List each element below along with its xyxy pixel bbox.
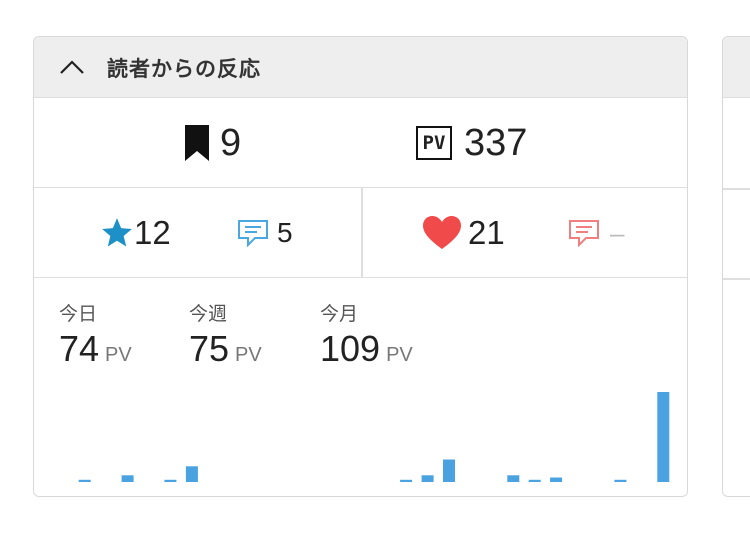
chart-bar bbox=[421, 475, 434, 482]
chart-bar bbox=[507, 475, 520, 482]
chart-bar bbox=[400, 479, 413, 482]
reactions-row: 12 5 21 – bbox=[34, 188, 687, 278]
row-divider bbox=[361, 188, 363, 277]
summary-row: 9 PV 337 bbox=[34, 98, 687, 188]
pv-value: 109 bbox=[320, 328, 381, 369]
bookmark-count: 9 bbox=[220, 121, 242, 164]
pageview-count-link[interactable]: PV 337 bbox=[416, 118, 527, 168]
pv-icon-text: PV bbox=[422, 132, 446, 154]
chart-bar bbox=[657, 392, 670, 482]
chart-bar bbox=[185, 466, 198, 482]
bookmark-icon bbox=[185, 125, 209, 161]
chart-bar bbox=[443, 459, 455, 482]
pv-stat-month: 今月 109 PV bbox=[320, 299, 413, 370]
chart-bar bbox=[164, 479, 177, 482]
next-card-partial bbox=[722, 36, 750, 497]
chart-bar bbox=[121, 475, 134, 482]
pv-value: 74 bbox=[59, 328, 100, 369]
divider bbox=[723, 278, 750, 280]
chart-bar bbox=[550, 477, 563, 482]
comment-count-link-2[interactable]: – bbox=[568, 213, 624, 253]
pv-unit: PV bbox=[235, 344, 262, 366]
comment-icon bbox=[569, 220, 599, 247]
star-icon bbox=[102, 218, 132, 247]
heart-icon bbox=[423, 216, 461, 249]
comment-icon bbox=[238, 220, 268, 247]
reader-reactions-card: 読者からの反応 9 PV 337 12 5 21 – 今日 74 PV 今週 7… bbox=[33, 36, 688, 497]
card-header[interactable]: 読者からの反応 bbox=[34, 37, 687, 98]
comment-count: 5 bbox=[277, 217, 293, 248]
card-title: 読者からの反応 bbox=[107, 57, 261, 81]
star-count: 12 bbox=[134, 214, 171, 251]
pv-stat-today: 今日 74 PV bbox=[59, 299, 132, 370]
comment-count-2: – bbox=[610, 217, 625, 248]
pv-stat-week: 今週 75 PV bbox=[189, 299, 262, 370]
pv-unit: PV bbox=[105, 344, 132, 366]
pv-value: 75 bbox=[189, 328, 230, 369]
like-count-link[interactable]: 21 bbox=[422, 213, 505, 253]
chevron-up-icon[interactable] bbox=[59, 59, 85, 75]
bookmark-count-link[interactable]: 9 bbox=[184, 118, 241, 168]
pv-label: 今週 bbox=[189, 303, 228, 325]
pageview-count: 337 bbox=[464, 121, 528, 164]
chart-bar bbox=[614, 479, 627, 482]
star-count-link[interactable]: 12 bbox=[100, 213, 171, 253]
pv-label: 今日 bbox=[59, 303, 98, 325]
pv-label: 今月 bbox=[320, 303, 359, 325]
pv-unit: PV bbox=[386, 344, 413, 366]
chart-bar bbox=[528, 479, 541, 482]
pv-bar-chart bbox=[78, 392, 670, 482]
next-card-header bbox=[723, 37, 750, 98]
comment-count-link[interactable]: 5 bbox=[237, 213, 293, 253]
like-count: 21 bbox=[468, 214, 505, 251]
divider bbox=[723, 188, 750, 190]
pv-icon: PV bbox=[416, 126, 452, 160]
chart-bar bbox=[78, 479, 91, 482]
